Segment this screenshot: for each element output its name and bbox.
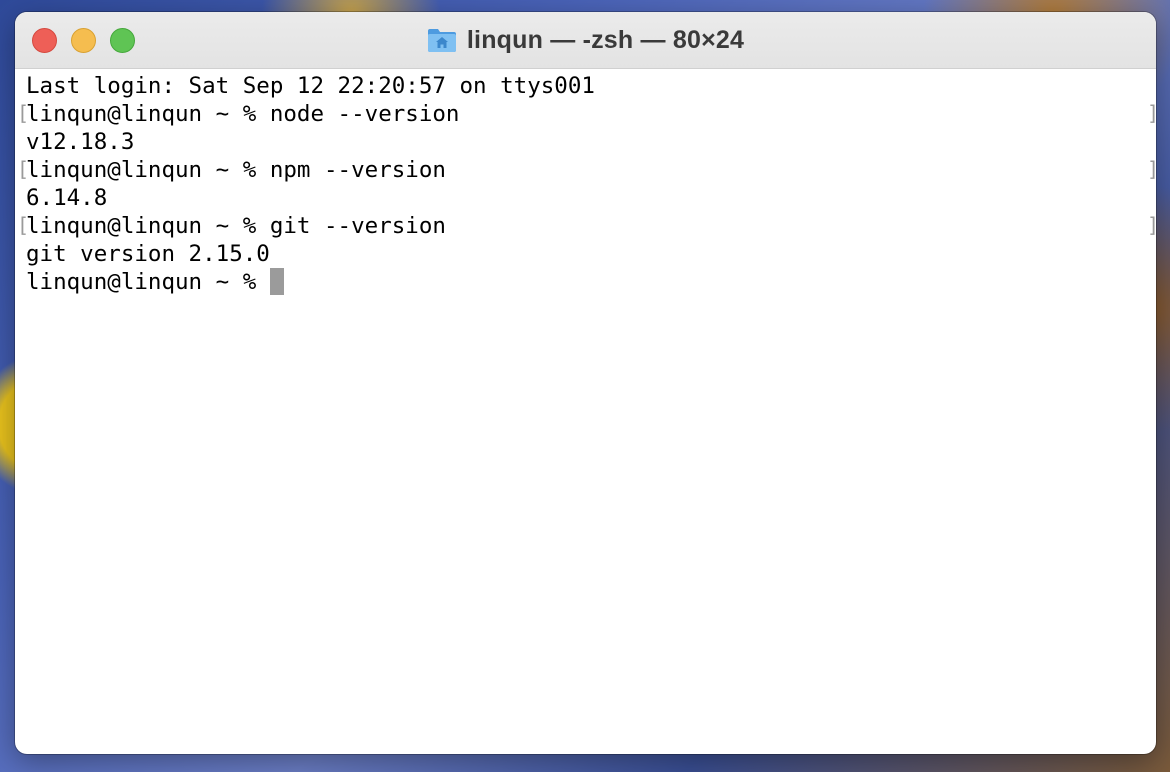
line-text: v12.18.3 — [26, 129, 135, 155]
line-text: git version 2.15.0 — [26, 241, 270, 267]
title-bar[interactable]: linqun — -zsh — 80×24 — [15, 12, 1156, 69]
terminal-line: [linqun@linqun ~ % git --version] — [17, 212, 1156, 240]
text-cursor — [269, 268, 284, 295]
line-text: linqun@linqun ~ % git --version — [26, 213, 446, 239]
mark-bracket-left: [ — [17, 101, 30, 125]
terminal-line: Last login: Sat Sep 12 22:20:57 on ttys0… — [26, 72, 1156, 100]
window-title-area: linqun — -zsh — 80×24 — [15, 12, 1156, 68]
terminal-line: git version 2.15.0 — [26, 240, 1156, 268]
mark-bracket-right: ] — [1147, 212, 1156, 238]
terminal-line: [linqun@linqun ~ % npm --version] — [17, 156, 1156, 184]
terminal-line: v12.18.3 — [26, 128, 1156, 156]
window-title: linqun — -zsh — 80×24 — [466, 25, 745, 54]
terminal-line: [linqun@linqun ~ % node --version] — [17, 100, 1156, 128]
mark-bracket-left: [ — [17, 213, 30, 237]
mark-bracket-right: ] — [1147, 156, 1156, 182]
prompt-text: linqun@linqun ~ % — [26, 269, 270, 295]
line-text: linqun@linqun ~ % npm --version — [26, 157, 446, 183]
folder-home-icon — [427, 27, 457, 53]
line-text: linqun@linqun ~ % node --version — [26, 101, 460, 127]
line-text: 6.14.8 — [26, 185, 108, 211]
terminal-line: 6.14.8 — [26, 184, 1156, 212]
terminal-content[interactable]: Last login: Sat Sep 12 22:20:57 on ttys0… — [15, 69, 1156, 296]
prompt-line[interactable]: linqun@linqun ~ % — [26, 268, 1156, 296]
mark-bracket-right: ] — [1147, 100, 1156, 126]
terminal-window: linqun — -zsh — 80×24 Last login: Sat Se… — [15, 12, 1156, 754]
line-text: Last login: Sat Sep 12 22:20:57 on ttys0… — [26, 73, 595, 99]
mark-bracket-left: [ — [17, 157, 30, 181]
